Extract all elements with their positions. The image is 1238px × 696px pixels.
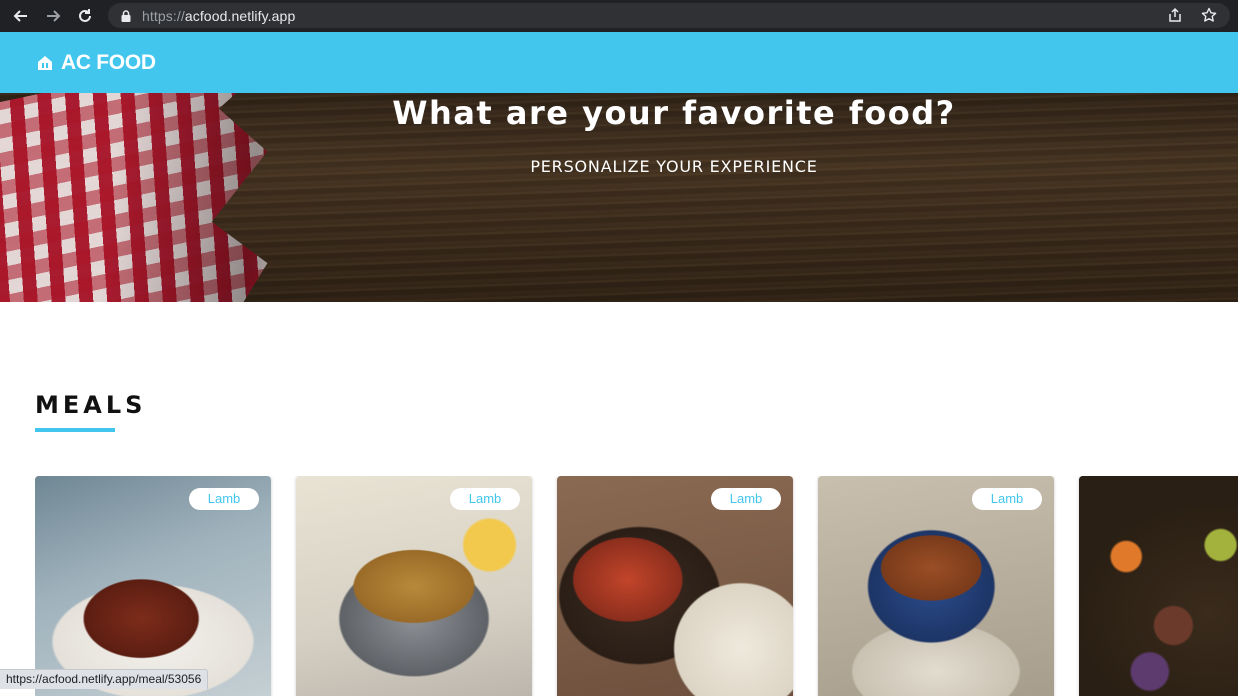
lock-icon[interactable] (120, 9, 132, 22)
meal-card[interactable]: Lamb (818, 476, 1054, 696)
meal-card[interactable] (1079, 476, 1238, 696)
forward-arrow-icon[interactable] (42, 5, 64, 27)
url-text: https://acfood.netlify.app (142, 8, 295, 24)
reload-icon[interactable] (74, 5, 96, 27)
address-bar[interactable]: https://acfood.netlify.app (108, 3, 1230, 28)
url-scheme: https:// (142, 7, 185, 24)
bookmark-star-icon[interactable] (1200, 6, 1218, 24)
share-icon[interactable] (1166, 6, 1184, 24)
meals-heading-underline (35, 428, 115, 432)
brand-link[interactable]: AC FOOD (37, 51, 156, 75)
category-tag: Lamb (189, 488, 259, 510)
home-store-icon (38, 55, 52, 70)
status-bar-link-preview: https://acfood.netlify.app/meal/53056 (0, 669, 209, 689)
meal-card[interactable]: Lamb (35, 476, 271, 696)
category-tag: Lamb (972, 488, 1042, 510)
meal-image (1079, 476, 1238, 696)
hero-title: What are your favorite food? (392, 94, 956, 132)
category-tag: Lamb (450, 488, 520, 510)
brand-name: AC FOOD (61, 50, 156, 74)
hero-subtitle: PERSONALIZE YOUR EXPERIENCE (530, 157, 818, 176)
back-arrow-icon[interactable] (10, 5, 32, 27)
app-header: AC FOOD (0, 32, 1238, 93)
category-tag: Lamb (711, 488, 781, 510)
hero-banner: What are your favorite food? PERSONALIZE… (0, 93, 1238, 302)
meal-card[interactable]: Lamb (296, 476, 532, 696)
meal-cards-row: Lamb Lamb Lamb Lamb (35, 476, 1238, 696)
url-host: acfood.netlify.app (184, 7, 296, 24)
browser-toolbar: https://acfood.netlify.app (0, 0, 1238, 32)
meal-card[interactable]: Lamb (557, 476, 793, 696)
meals-heading: MEALS (35, 391, 147, 419)
